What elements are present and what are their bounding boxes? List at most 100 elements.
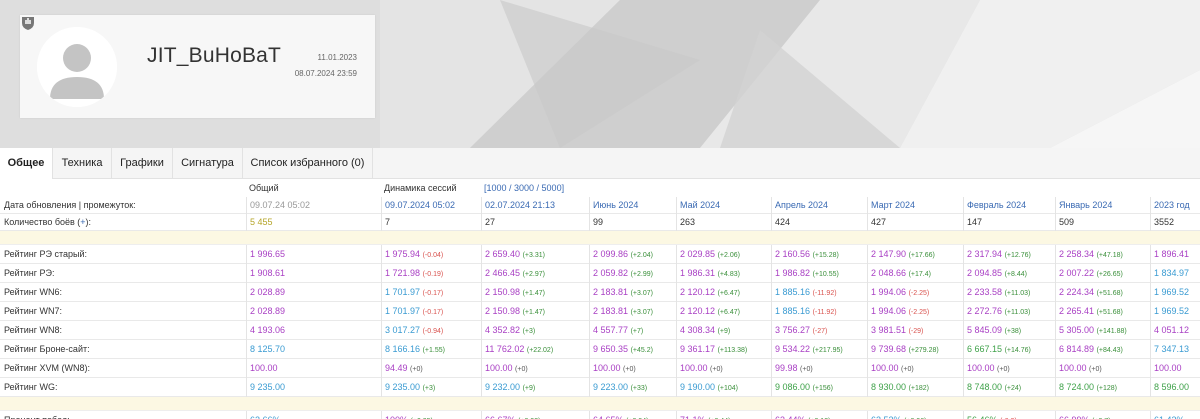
period-header[interactable]: 02.07.2024 21:13 <box>481 197 589 214</box>
period-header[interactable]: Июнь 2024 <box>589 197 676 214</box>
stat-value: 1 896.41 <box>1154 249 1190 259</box>
stat-value: 1 969.52 <box>1154 306 1190 316</box>
stat-value: 8 724.00 <box>1059 382 1095 392</box>
stat-overall: 100.00 <box>246 359 381 378</box>
profile-banner: JIT_BuHoBaT 11.01.2023 08.07.2024 23:59 <box>0 0 1200 148</box>
stat-cell: 2 317.94 (+12.76) <box>963 245 1055 264</box>
stat-cell: 2 094.85 (+8.44) <box>963 264 1055 283</box>
stat-cell: 1 885.16 (-11.92) <box>771 302 867 321</box>
stat-cell: 4 051.12 <box>1150 321 1200 340</box>
stat-cell: 2 007.22 (+26.65) <box>1055 264 1150 283</box>
stat-delta: (+113.38) <box>717 347 748 354</box>
stat-row: Рейтинг WN8: 4 193.06 3 017.27 (-0.94) 4 35… <box>0 321 1200 340</box>
tab-signature[interactable]: Сигнатура <box>173 148 243 179</box>
stat-delta: (+3) <box>522 328 536 335</box>
stat-delta: (+0) <box>623 366 636 373</box>
stat-delta: (-0.17) <box>422 309 444 316</box>
period-header[interactable]: Май 2024 <box>676 197 771 214</box>
stat-cell: 4 352.82 (+3) <box>481 321 589 340</box>
tab-charts[interactable]: Графики <box>112 148 173 179</box>
battles-label-suffix: ): <box>85 217 92 227</box>
stat-label: Рейтинг WN7: <box>4 306 63 316</box>
stat-cell: 8 166.16 (+1.55) <box>381 340 481 359</box>
stat-overall-value: 1 996.65 <box>250 249 286 259</box>
tab-general[interactable]: Общее <box>0 148 53 179</box>
stat-cell: 9 223.00 (+33) <box>589 378 676 397</box>
stat-delta: (+11.03) <box>1004 309 1031 316</box>
stat-overall: 1 996.65 <box>246 245 381 264</box>
default-user-icon <box>37 27 117 107</box>
stat-value: 100.00 <box>1059 363 1087 373</box>
stat-delta: (+15.28) <box>812 252 839 259</box>
stat-cell: 3 981.51 (-29) <box>867 321 963 340</box>
winrate-cell: 66.67% (+0.02) <box>481 411 589 419</box>
stat-label: Рейтинг РЭ: <box>4 268 55 278</box>
stat-delta: (+7) <box>630 328 644 335</box>
battles-label-prefix: Количество боёв ( <box>4 217 81 227</box>
stat-delta: (+17.66) <box>908 252 935 259</box>
stat-delta: (+11.03) <box>1004 290 1031 297</box>
stat-value: 6 667.15 <box>967 344 1003 354</box>
stat-value: 2 048.66 <box>871 268 907 278</box>
period-link: Февраль 2024 <box>967 200 1027 210</box>
stat-delta: (-27) <box>812 328 828 335</box>
stat-cell: 1 721.98 (-0.19) <box>381 264 481 283</box>
winrate-value: 66.99% <box>1059 415 1090 419</box>
stat-cell: 11 762.02 (+22.02) <box>481 340 589 359</box>
period-link: 2023 год <box>1154 200 1190 210</box>
sessions-range-link[interactable]: [1000 / 3000 / 5000] <box>481 180 681 197</box>
period-header[interactable]: Апрель 2024 <box>771 197 867 214</box>
stat-delta: (+9) <box>717 328 731 335</box>
stat-value: 9 534.22 <box>775 344 811 354</box>
stat-label: Рейтинг XVM (WN8): <box>4 363 91 373</box>
stat-label: Рейтинг WG: <box>4 382 58 392</box>
stat-value: 100.00 <box>680 363 708 373</box>
period-link: Апрель 2024 <box>775 200 829 210</box>
tab-vehicles[interactable]: Техника <box>53 148 112 179</box>
stat-value: 9 190.00 <box>680 382 716 392</box>
stat-delta: (+279.28) <box>908 347 939 354</box>
period-link: 02.07.2024 21:13 <box>485 200 556 210</box>
winrate-overall: 62.66% <box>246 411 381 419</box>
stat-value: 2 059.82 <box>593 268 629 278</box>
period-header[interactable]: 09.07.2024 05:02 <box>381 197 481 214</box>
stat-overall-value: 9 235.00 <box>250 382 286 392</box>
period-header[interactable]: Январь 2024 <box>1055 197 1150 214</box>
stat-cell: 94.49 (+0) <box>381 359 481 378</box>
stat-cell: 2 150.98 (+1.47) <box>481 302 589 321</box>
stat-delta: (+12.76) <box>1004 252 1031 259</box>
stat-value: 2 466.45 <box>485 268 521 278</box>
stat-delta: (-11.92) <box>812 290 837 297</box>
stat-value: 2 258.34 <box>1059 249 1095 259</box>
stat-delta: (+2.06) <box>717 252 740 259</box>
stat-value: 9 235.00 <box>385 382 421 392</box>
period-link: Май 2024 <box>680 200 721 210</box>
period-header[interactable]: Февраль 2024 <box>963 197 1055 214</box>
battles-value: 27 <box>485 217 496 227</box>
stat-cell: 9 232.00 (+9) <box>481 378 589 397</box>
stat-delta: (+128) <box>1096 385 1117 392</box>
stat-overall: 9 235.00 <box>246 378 381 397</box>
update-date-label: Дата обновления | промежуток: <box>4 200 136 210</box>
stat-cell: 2 160.56 (+15.28) <box>771 245 867 264</box>
tab-bar: Общее Техника Графики Сигнатура Список и… <box>0 148 1200 179</box>
stat-row: Рейтинг XVM (WN8): 100.00 94.49 (+0) 100.00… <box>0 359 1200 378</box>
battles-cell: 263 <box>676 214 771 231</box>
battles-value: 424 <box>775 217 791 227</box>
stat-cell: 2 265.41 (+51.68) <box>1055 302 1150 321</box>
stat-cell: 100.00 (+0) <box>867 359 963 378</box>
battles-value: 147 <box>967 217 983 227</box>
stat-cell: 2 233.58 (+11.03) <box>963 283 1055 302</box>
battles-value: 3552 <box>1154 217 1175 227</box>
period-header[interactable]: 2023 год <box>1150 197 1200 214</box>
period-header[interactable]: Март 2024 <box>867 197 963 214</box>
stat-cell: 2 048.66 (+17.4) <box>867 264 963 283</box>
winrate-value: 64.65% <box>593 415 624 419</box>
battles-cell: 99 <box>589 214 676 231</box>
stat-row: Рейтинг Броне-сайт: 8 125.70 8 166.16 (+1.… <box>0 340 1200 359</box>
tab-favorites[interactable]: Список избранного (0) <box>243 148 373 179</box>
stat-cell: 2 120.12 (+6.47) <box>676 302 771 321</box>
stat-delta: (+0) <box>997 366 1010 373</box>
stat-cell: 1 834.97 <box>1150 264 1200 283</box>
stat-overall-value: 2 028.89 <box>250 306 286 316</box>
